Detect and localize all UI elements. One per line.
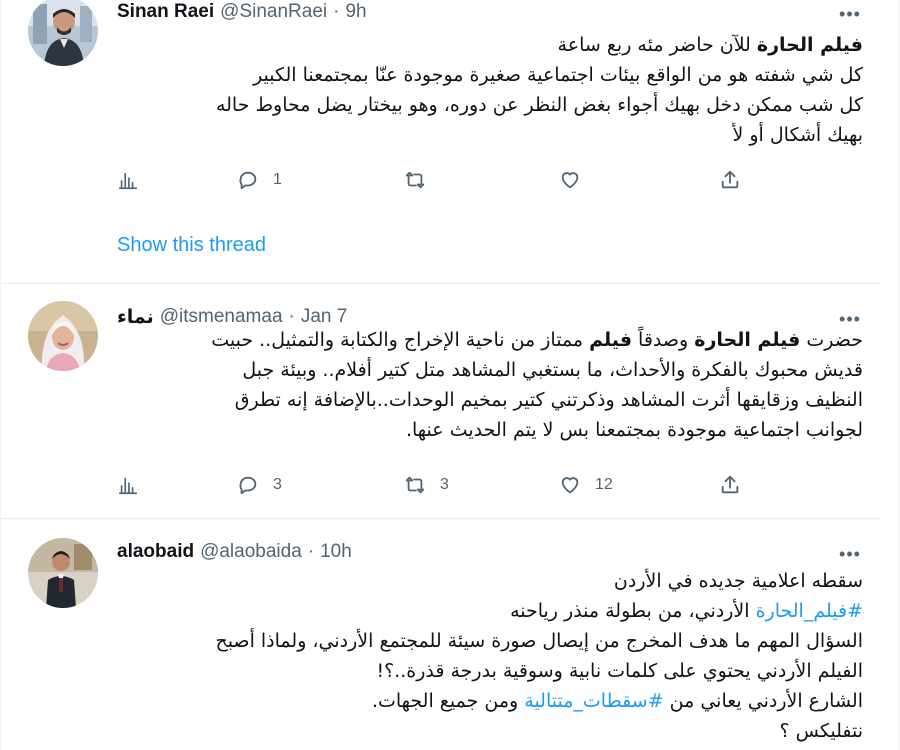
text-segment: لجوانب اجتماعية موجودة بمجتمعنا بس لا يت… (405, 419, 863, 441)
text-segment: سقطه اعلامية جديده في الأردن (613, 570, 863, 592)
tweet-text-line: الشارع الأردني يعاني من #سقطات_متتالية و… (117, 686, 863, 716)
like-button[interactable] (559, 165, 595, 195)
hashtag-link[interactable]: #فيلم_الحارة (756, 600, 863, 622)
more-options-icon[interactable]: ••• (837, 542, 863, 566)
share-icon (721, 170, 739, 189)
tweet-text-line: #فيلم_الحارة الأردني، من بطولة منذر رياح… (117, 596, 863, 626)
text-segment: ومن جميع الجهات. (371, 690, 525, 712)
text-segment: ممتاز من ناحية الإخراج والكتابة والتمثيل… (211, 329, 590, 351)
tweet-text-line: حضرت فيلم الحارة وصدقاً فيلم ممتاز من نا… (117, 325, 863, 355)
text-segment: حضرت (800, 329, 863, 351)
reply-count: 1 (273, 171, 282, 188)
like-count: 12 (595, 476, 613, 493)
tweet-text-line: النظيف وزقايقها أثرت المشاهد وذكرتني كتي… (117, 385, 863, 415)
more-options-icon[interactable]: ••• (837, 2, 863, 26)
separator-dot: · (333, 1, 340, 22)
analytics-button[interactable] (117, 165, 139, 195)
user-handle[interactable]: @alaobaida (200, 541, 302, 563)
tweet[interactable]: alaobaid @alaobaida · 10h ••• سقطه اعلام… (1, 520, 881, 750)
tweet-text-line: السؤال المهم ما هدف المخرج من إيصال صورة… (117, 626, 863, 656)
text-segment: وصدقاً (632, 329, 695, 351)
text-segment: للآن حاضر مئه ربع ساعة (557, 34, 757, 56)
tweet-text-line: لجوانب اجتماعية موجودة بمجتمعنا بس لا يت… (117, 415, 863, 445)
bold-text: فيلم (589, 329, 633, 351)
retweet-count: 3 (440, 476, 449, 493)
reply-button[interactable]: 1 (237, 165, 282, 195)
reply-count: 3 (273, 476, 282, 493)
text-segment: كل شب ممكن دخل بهيك أجواء بغض النظر عن د… (215, 94, 863, 116)
tweet-text: فيلم الحارة للآن حاضر مئه ربع ساعة كل شي … (117, 30, 863, 150)
analytics-icon (118, 172, 138, 190)
text-segment: قديش محبوك بالفكرة والأحداث، ما بستغبي ا… (242, 359, 863, 381)
display-name[interactable]: Sinan Raei (117, 1, 214, 23)
tweet-header: alaobaid @alaobaida · 10h (117, 540, 352, 564)
tweet-text-line: قديش محبوك بالفكرة والأحداث، ما بستغبي ا… (117, 355, 863, 385)
tweet-text-line: سقطه اعلامية جديده في الأردن (117, 566, 863, 596)
tweet-text-line: كل شي شفته هو من الواقع بيئات اجتماعية ص… (117, 60, 863, 90)
tweet-text-line: كل شب ممكن دخل بهيك أجواء بغض النظر عن د… (117, 90, 863, 120)
analytics-icon (118, 477, 138, 495)
avatar[interactable] (28, 538, 98, 608)
user-handle[interactable]: @SinanRaei (220, 1, 327, 23)
avatar[interactable] (28, 301, 98, 371)
action-bar: 1 (117, 165, 757, 195)
reply-button[interactable]: 3 (237, 470, 282, 500)
share-button[interactable] (719, 165, 741, 195)
tweet-text: حضرت فيلم الحارة وصدقاً فيلم ممتاز من نا… (117, 325, 863, 445)
share-button[interactable] (719, 470, 741, 500)
text-segment: الأردني، من بطولة منذر رياحنه (510, 600, 756, 622)
tweet-text-line: بهيك أشكال أو لأ (117, 120, 864, 150)
tweet-text-line: نتفليكس ؟ (117, 716, 864, 746)
like-button[interactable]: 12 (559, 470, 613, 500)
share-icon (721, 475, 739, 494)
heart-icon (561, 172, 579, 189)
display-name[interactable]: alaobaid (117, 541, 194, 563)
reply-icon (239, 171, 257, 190)
separator-dot: · (307, 541, 315, 562)
show-thread-link[interactable]: Show this thread (117, 234, 266, 257)
avatar[interactable] (28, 0, 98, 66)
text-segment: النظيف وزقايقها أثرت المشاهد وذكرتني كتي… (234, 389, 863, 411)
text-segment: نتفليكس ؟ (779, 720, 864, 742)
text-segment: السؤال المهم ما هدف المخرج من إيصال صورة… (215, 630, 863, 652)
tweet-text-line: الفيلم الأردني يحتوي على كلمات نابية وسو… (117, 656, 863, 686)
retweet-icon (405, 476, 425, 494)
tweet-text-line: فيلم الحارة للآن حاضر مئه ربع ساعة (117, 30, 863, 60)
retweet-icon (405, 171, 425, 189)
hashtag-link[interactable]: #سقطات_متتالية (524, 690, 663, 712)
text-segment: كل شي شفته هو من الواقع بيئات اجتماعية ص… (253, 64, 863, 86)
text-segment: الشارع الأردني يعاني من (663, 690, 863, 712)
timestamp[interactable]: 9h (345, 1, 366, 23)
text-segment: بهيك أشكال أو لأ (732, 124, 864, 146)
bold-text: فيلم الحارة (694, 329, 801, 351)
text-segment: الفيلم الأردني يحتوي على كلمات نابية وسو… (376, 660, 863, 682)
tweet[interactable]: Sinan Raei @SinanRaei · 9h ••• فيلم الحا… (1, 0, 881, 284)
timeline: Sinan Raei @SinanRaei · 9h ••• فيلم الحا… (0, 0, 900, 750)
bold-text: فيلم الحارة (756, 34, 863, 56)
reply-icon (239, 476, 257, 495)
tweet-header: Sinan Raei @SinanRaei · 9h (117, 0, 367, 24)
retweet-button[interactable] (404, 165, 440, 195)
tweet[interactable]: نماء @itsmenamaa · Jan 7 ••• حضرت فيلم ا… (1, 285, 881, 519)
tweet-text: سقطه اعلامية جديده في الأردن #فيلم_الحارة… (117, 566, 863, 746)
analytics-button[interactable] (117, 470, 139, 500)
timestamp[interactable]: 10h (320, 541, 352, 563)
retweet-button[interactable]: 3 (404, 470, 449, 500)
heart-icon (561, 477, 579, 494)
action-bar: 3 3 12 (117, 470, 757, 500)
